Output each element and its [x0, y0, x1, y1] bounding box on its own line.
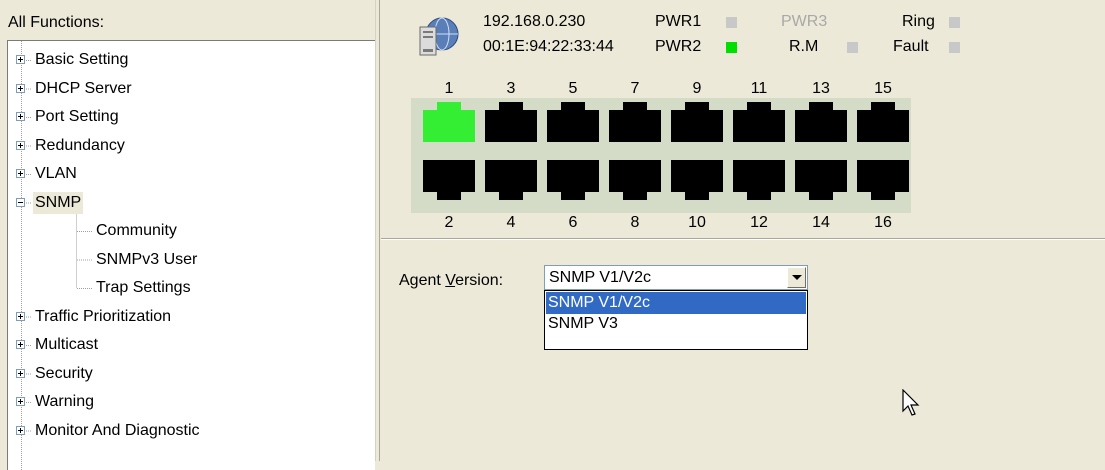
switch-port-panel: [411, 98, 911, 213]
tree-item-label: SNMPv3 User: [96, 250, 198, 268]
tree-item-label: SNMP: [33, 191, 84, 214]
expand-plus-icon[interactable]: [16, 83, 25, 93]
tree-item-label: Trap Settings: [96, 279, 191, 296]
ethernet-port-15[interactable]: [857, 102, 909, 148]
agent-version-select[interactable]: SNMP V1/V2c: [544, 265, 808, 290]
ethernet-port-13[interactable]: [795, 102, 847, 148]
expand-plus-icon[interactable]: [16, 397, 25, 406]
pwr3-label: PWR3: [781, 13, 828, 30]
tree-item-label: DHCP Server: [35, 79, 132, 97]
port-number-label: 8: [630, 214, 640, 231]
port-number-label: 11: [750, 80, 768, 97]
ethernet-port-14[interactable]: [795, 160, 847, 206]
port-number-label: 9: [692, 80, 702, 97]
ethernet-port-1[interactable]: [423, 102, 475, 148]
port-number-label: 7: [630, 80, 640, 97]
function-tree-pane: All Functions: Basic Setting DHCP Server P…: [0, 0, 375, 470]
port-number-label: 16: [874, 214, 892, 231]
pwr1-led: [726, 17, 737, 28]
tree-item-label: VLAN: [35, 165, 77, 182]
snmp-agent-config-panel: Agent Version: SNMP V1/V2c SNMP V1/V2c SN…: [381, 240, 1105, 461]
ethernet-port-3[interactable]: [485, 102, 537, 148]
expand-plus-icon[interactable]: [16, 169, 25, 178]
agent-version-option[interactable]: SNMP V1/V2c: [546, 292, 806, 314]
ethernet-port-7[interactable]: [609, 102, 661, 148]
tree-item-label: Warning: [35, 393, 94, 410]
port-number-label: 13: [812, 80, 830, 97]
ethernet-port-6[interactable]: [547, 160, 599, 206]
mouse-pointer-icon: [902, 388, 920, 422]
pwr2-led: [726, 42, 737, 53]
expand-plus-icon[interactable]: [16, 425, 25, 435]
ethernet-port-10[interactable]: [671, 160, 723, 206]
port-number-label: 2: [444, 214, 454, 231]
tree-item-label: Monitor And Diagnostic: [35, 421, 200, 439]
expand-plus-icon[interactable]: [16, 311, 25, 321]
expand-plus-icon[interactable]: [16, 340, 25, 349]
tree-item-label: Port Setting: [35, 108, 119, 125]
port-number-label: 1: [444, 80, 454, 97]
collapse-minus-icon[interactable]: [16, 197, 25, 207]
chevron-down-icon[interactable]: [787, 267, 806, 288]
ethernet-port-11[interactable]: [733, 102, 785, 148]
device-mac: 00:1E:94:22:33:44: [483, 38, 614, 55]
port-number-label: 15: [874, 80, 892, 97]
tree-item-label: Redundancy: [35, 136, 125, 154]
port-number-label: 14: [812, 214, 830, 231]
port-number-label: 4: [506, 214, 516, 231]
pane-splitter[interactable]: [375, 0, 380, 461]
expand-plus-icon[interactable]: [16, 368, 25, 378]
pwr1-label: PWR1: [655, 13, 702, 30]
tree-item-label: Security: [35, 364, 93, 382]
tree-item-label: Basic Setting: [35, 51, 129, 68]
rm-label: R.M: [789, 38, 819, 55]
tree-item-label: Community: [96, 222, 177, 239]
function-tree[interactable]: Basic Setting DHCP Server Port Setting Redu…: [7, 40, 375, 470]
device-ip: 192.168.0.230: [483, 13, 586, 30]
ring-label: Ring: [902, 13, 935, 30]
agent-version-option[interactable]: SNMP V3: [546, 313, 806, 335]
expand-plus-icon[interactable]: [16, 112, 25, 121]
port-number-label: 12: [750, 214, 768, 231]
port-number-label: 10: [688, 214, 706, 231]
agent-version-dropdown-list: SNMP V1/V2c SNMP V3: [544, 290, 808, 350]
tree-item-label: Traffic Prioritization: [35, 307, 172, 325]
port-number-label: 5: [568, 80, 578, 97]
expand-plus-icon[interactable]: [16, 55, 25, 64]
ethernet-port-8[interactable]: [609, 160, 661, 206]
expand-plus-icon[interactable]: [16, 140, 25, 150]
ethernet-port-9[interactable]: [671, 102, 723, 148]
ethernet-port-12[interactable]: [733, 160, 785, 206]
fault-label: Fault: [893, 38, 929, 55]
port-number-label: 6: [568, 214, 578, 231]
port-number-label: 3: [506, 80, 516, 97]
rm-led: [847, 42, 858, 53]
ethernet-port-2[interactable]: [423, 160, 475, 206]
ethernet-port-16[interactable]: [857, 160, 909, 206]
agent-version-label: Agent Version:: [399, 272, 504, 289]
ethernet-port-4[interactable]: [485, 160, 537, 206]
pwr2-label: PWR2: [655, 38, 702, 55]
all-functions-title: All Functions:: [8, 14, 105, 31]
ethernet-port-5[interactable]: [547, 102, 599, 148]
agent-version-value: SNMP V1/V2c: [549, 269, 651, 286]
fault-led: [949, 42, 960, 53]
server-globe-icon: [415, 13, 459, 64]
ring-led: [949, 17, 960, 28]
tree-item-label: Multicast: [35, 336, 99, 353]
